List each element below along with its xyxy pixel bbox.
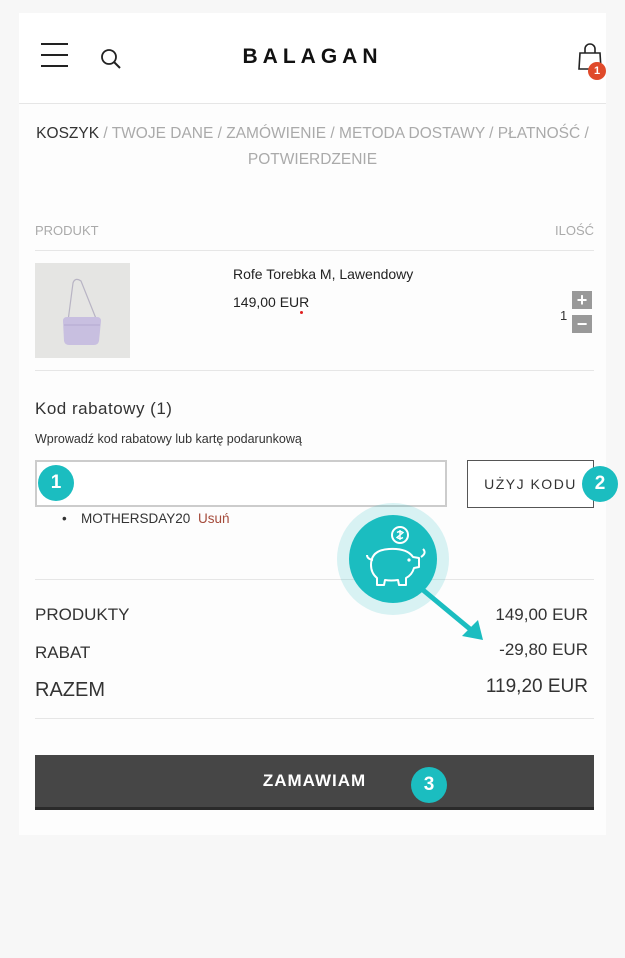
column-header-quantity: ILOŚĆ (554, 223, 594, 238)
quantity-value: 1 (560, 308, 568, 323)
callout-1: 1 (38, 465, 74, 501)
checkout-card: BALAGAN 1 KOSZYK / TWOJE DANE / ZAMÓWIEN… (19, 13, 606, 835)
callout-3: 3 (411, 767, 447, 803)
divider (35, 579, 594, 580)
column-header-product: PRODUKT (35, 223, 99, 238)
breadcrumb-current: KOSZYK (36, 125, 100, 142)
discount-label: RABAT (35, 643, 91, 662)
applied-coupon: • MOTHERSDAY20 Usuń (62, 511, 230, 526)
indicator-dot (300, 311, 303, 314)
piggy-bank-icon (349, 515, 437, 603)
coupon-code: MOTHERSDAY20 (81, 511, 191, 526)
breadcrumb-steps: / TWOJE DANE / ZAMÓWIENIE / METODA DOSTA… (99, 125, 589, 168)
product-thumbnail[interactable] (35, 263, 130, 358)
savings-highlight (337, 503, 449, 615)
total-value: 119,20 EUR (485, 676, 588, 697)
products-value: 149,00 EUR (495, 605, 588, 624)
apply-code-button[interactable]: UŻYJ KODU (467, 460, 594, 508)
quantity-increase-button[interactable]: + (572, 291, 592, 309)
remove-coupon-link[interactable]: Usuń (198, 511, 230, 526)
discount-hint: Wprowadź kod rabatowy lub kartę podarunk… (35, 432, 302, 446)
list-bullet: • (62, 511, 67, 526)
brand-logo[interactable]: BALAGAN (19, 45, 606, 69)
checkout-breadcrumb: KOSZYK / TWOJE DANE / ZAMÓWIENIE / METOD… (27, 121, 598, 173)
site-header: BALAGAN 1 (19, 13, 606, 104)
product-name[interactable]: Rofe Torebka M, Lawendowy (233, 266, 413, 282)
total-label: RAZEM (35, 679, 105, 701)
cart-count-badge: 1 (588, 62, 606, 80)
product-price: 149,00 EUR (233, 294, 310, 310)
divider (35, 370, 594, 371)
divider (35, 250, 594, 251)
products-label: PRODUKTY (35, 605, 130, 624)
discount-title: Kod rabatowy (1) (35, 399, 173, 418)
place-order-button[interactable]: ZAMAWIAM (35, 755, 594, 810)
discount-code-input[interactable] (35, 460, 447, 507)
callout-2: 2 (582, 466, 618, 502)
quantity-decrease-button[interactable]: − (572, 315, 592, 333)
discount-value: -29,80 EUR (499, 640, 588, 659)
divider (35, 718, 594, 719)
